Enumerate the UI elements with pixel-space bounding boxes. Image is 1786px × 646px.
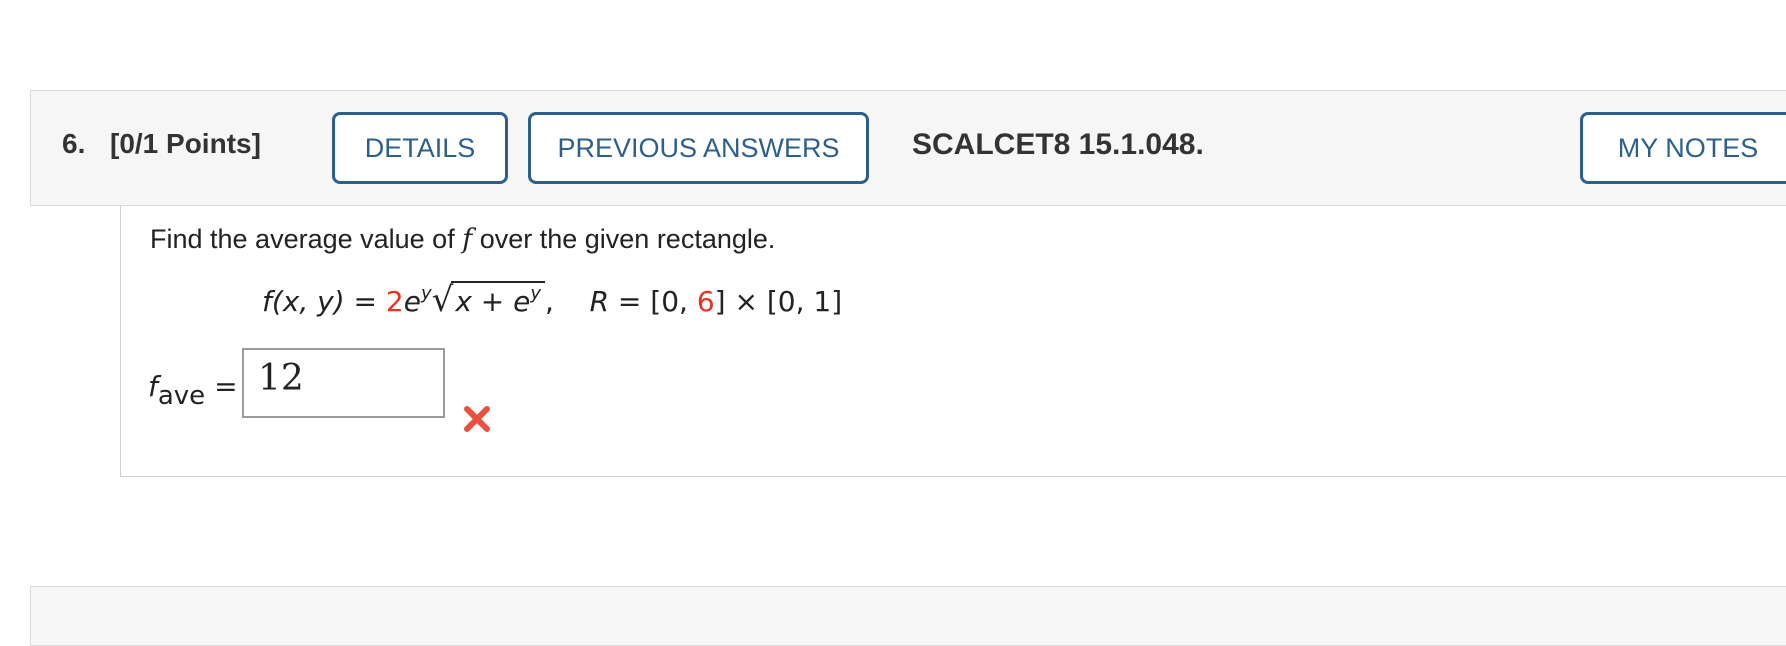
prompt-variable: f [462,224,473,255]
region-start: = [0, [609,285,697,318]
fave-f: f [148,370,158,403]
next-question-header [30,586,1786,646]
radicand-x: x + [455,285,514,318]
radicand-exponent: y [530,283,542,304]
fave-equals: = [205,370,238,403]
function-formula: f(x, y) = 2ey√x + ey, R = [0, 6] × [0, 1… [262,280,842,320]
prompt-text-start: Find the average value of [150,224,463,254]
previous-answers-button[interactable]: PREVIOUS ANSWERS [528,112,869,184]
formula-comma: , [545,285,554,318]
formula-exponent: y [420,283,432,304]
details-button[interactable]: DETAILS [332,112,508,184]
question-header [30,90,1786,206]
wrong-x-icon [464,406,490,432]
radicand-e: e [513,285,531,318]
answer-input[interactable]: 12 [242,348,445,418]
formula-radicand: x + ey [451,281,546,318]
formula-base: e [403,285,421,318]
fave-subscript: ave [157,381,206,411]
formula-lhs: f(x, y) [262,285,345,318]
question-number: 6. [62,128,86,159]
my-notes-button[interactable]: MY NOTES [1580,112,1786,184]
question-prompt: Find the average value of f over the giv… [150,224,775,255]
region-label: R [589,285,610,318]
region-upper-bound: 6 [696,285,715,318]
sqrt-icon: √ [431,280,454,320]
formula-equals: = [344,285,386,318]
prompt-text-end: over the given rectangle. [472,224,776,254]
region-end: ] × [0, 1] [714,285,843,318]
points-label: [0/1 Points] [110,128,261,159]
problem-reference: SCALCET8 15.1.048. [912,128,1204,161]
fave-label: fave = [148,370,238,411]
formula-coefficient: 2 [385,285,404,318]
